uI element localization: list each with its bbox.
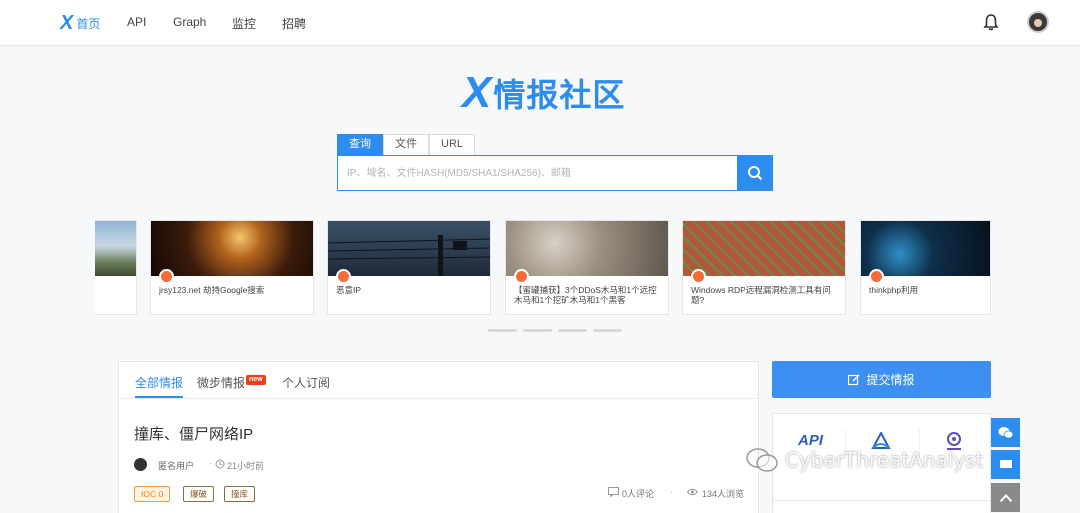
search-tabs: 查询 文件 URL bbox=[337, 134, 476, 155]
carousel-dots bbox=[488, 329, 622, 332]
feed-tabs: 全部情报 微步情报 new 个人订阅 bbox=[119, 362, 758, 399]
search-button[interactable] bbox=[737, 156, 772, 190]
tab-query[interactable]: 查询 bbox=[337, 134, 383, 155]
nav-item-monitor[interactable]: 监控 bbox=[232, 15, 256, 32]
fire-icon bbox=[514, 269, 529, 284]
card-image bbox=[506, 221, 668, 276]
carousel-card[interactable]: 恶意IP bbox=[327, 220, 491, 315]
card-caption: thinkphp利用 bbox=[869, 285, 919, 295]
carousel-dot[interactable] bbox=[523, 329, 552, 332]
card-image bbox=[95, 221, 136, 276]
clock-icon bbox=[215, 459, 225, 469]
tag-brute-force[interactable]: 爆破 bbox=[183, 486, 215, 502]
search-input[interactable] bbox=[338, 156, 738, 190]
carousel-dot[interactable] bbox=[593, 329, 622, 332]
comment-icon bbox=[608, 487, 619, 497]
carousel-card[interactable]: Windows RDP远程漏洞检测工具有问题? bbox=[682, 220, 846, 315]
search-box bbox=[337, 155, 773, 191]
nav-home-label: 首页 bbox=[76, 16, 101, 31]
fire-icon bbox=[159, 269, 174, 284]
carousel-card[interactable]: 【蜜罐捕获】3个DDoS木马和1个远控木马和1个挖矿木马和1个黑客 bbox=[505, 220, 669, 315]
submit-intel-button[interactable]: 提交情报 bbox=[772, 361, 991, 398]
search-icon bbox=[747, 166, 762, 181]
fire-icon bbox=[336, 269, 351, 284]
card-caption: jrsy123.net 劫持Google搜索 bbox=[159, 285, 265, 295]
carousel-card[interactable]: jrsy123.net 劫持Google搜索 bbox=[150, 220, 314, 315]
carousel-card[interactable]: thinkphp利用 bbox=[860, 220, 991, 315]
brand-logo: X 情报社区 bbox=[462, 70, 625, 116]
meta-separator: · bbox=[209, 458, 212, 468]
nav-item-jobs[interactable]: 招聘 bbox=[282, 15, 306, 32]
post-author: 匿名用户 bbox=[158, 461, 195, 471]
tag-ioc[interactable]: IOC 0 bbox=[134, 486, 171, 502]
bell-icon[interactable] bbox=[983, 13, 999, 31]
card-image bbox=[683, 221, 845, 276]
home-link[interactable]: X 首页 bbox=[60, 13, 100, 33]
feedback-icon bbox=[999, 459, 1012, 468]
intel-feed: 全部情报 微步情报 new 个人订阅 撞库、僵尸网络IP 匿名用户 · 21小时… bbox=[118, 361, 759, 513]
logo-icon: X bbox=[60, 12, 74, 34]
carousel-dot[interactable] bbox=[558, 329, 587, 332]
wechat-button[interactable] bbox=[991, 418, 1020, 447]
submit-intel-label: 提交情报 bbox=[866, 373, 915, 387]
watermark: CyberThreatAnalyst bbox=[745, 447, 983, 473]
brand-x-icon: X bbox=[462, 68, 492, 117]
eye-icon bbox=[687, 488, 698, 496]
meta-separator: · bbox=[670, 487, 673, 497]
fire-icon bbox=[691, 269, 706, 284]
chevron-up-icon bbox=[999, 493, 1012, 502]
fire-icon bbox=[869, 269, 884, 284]
back-to-top-button[interactable] bbox=[991, 483, 1020, 512]
new-badge: new bbox=[246, 375, 266, 385]
edit-icon bbox=[848, 374, 860, 385]
card-image bbox=[328, 221, 490, 276]
card-image bbox=[861, 221, 990, 276]
post-author-avatar bbox=[134, 458, 147, 471]
watermark-text: CyberThreatAnalyst bbox=[785, 448, 984, 472]
top-navbar: X 首页 API Graph 监控 招聘 bbox=[0, 0, 1080, 46]
power-lines-graphic bbox=[328, 235, 490, 276]
card-caption: Windows RDP远程漏洞检测工具有问题? bbox=[691, 285, 831, 305]
tab-file[interactable]: 文件 bbox=[383, 134, 429, 155]
tag-credential-stuffing[interactable]: 撞库 bbox=[224, 486, 256, 502]
secondary-panel bbox=[772, 500, 991, 513]
brand-title: 情报社区 bbox=[493, 77, 626, 113]
card-image bbox=[151, 221, 313, 276]
user-avatar[interactable] bbox=[1027, 11, 1049, 33]
card-caption: 【蜜罐捕获】3个DDoS木马和1个远控木马和1个挖矿木马和1个黑客 bbox=[514, 285, 657, 305]
active-tab-underline bbox=[135, 396, 183, 398]
post-time: 21小时前 bbox=[227, 461, 265, 471]
comment-count: 0人评论 bbox=[622, 489, 655, 499]
carousel-dot[interactable] bbox=[488, 329, 517, 332]
tab-threatbook-intel[interactable]: 微步情报 bbox=[197, 374, 245, 391]
tab-all-intel[interactable]: 全部情报 bbox=[135, 374, 183, 391]
tab-subscriptions[interactable]: 个人订阅 bbox=[282, 374, 330, 391]
nav-item-api[interactable]: API bbox=[127, 15, 146, 29]
wechat-icon bbox=[998, 426, 1013, 438]
feedback-button[interactable] bbox=[991, 450, 1020, 479]
wechat-watermark-icon bbox=[746, 448, 778, 472]
tab-url[interactable]: URL bbox=[429, 134, 476, 155]
carousel-card[interactable] bbox=[95, 220, 137, 315]
view-count: 134人浏览 bbox=[702, 489, 745, 499]
nav-item-graph[interactable]: Graph bbox=[173, 15, 206, 29]
post-title[interactable]: 撞库、僵尸网络IP bbox=[134, 423, 253, 444]
card-caption: 恶意IP bbox=[336, 285, 362, 295]
